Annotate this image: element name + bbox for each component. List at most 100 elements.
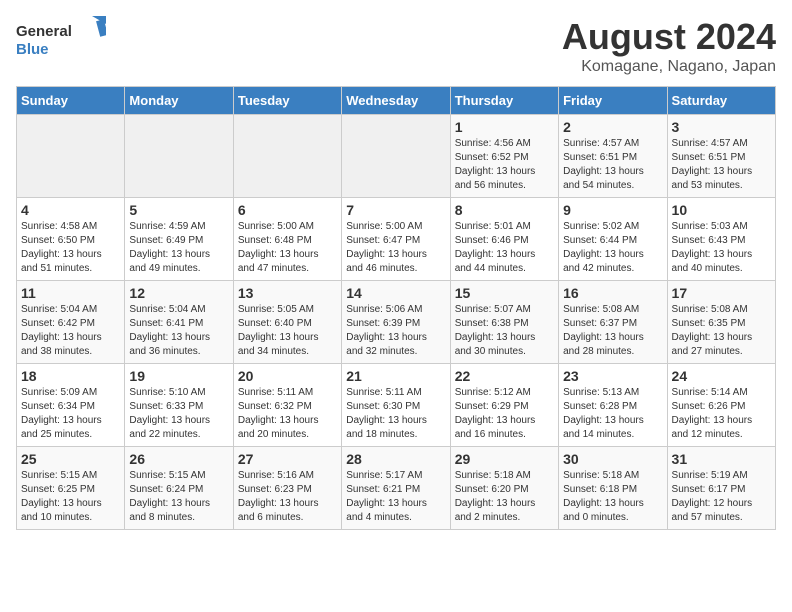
calendar-cell: 22Sunrise: 5:12 AMSunset: 6:29 PMDayligh… bbox=[450, 364, 558, 447]
day-info: Sunrise: 5:03 AMSunset: 6:43 PMDaylight:… bbox=[672, 220, 771, 276]
day-number: 6 bbox=[238, 202, 337, 218]
calendar-table: SundayMondayTuesdayWednesdayThursdayFrid… bbox=[16, 86, 776, 530]
calendar-cell: 19 Sunrise: 5:10 AMSunset: 6:33 PMDayligh… bbox=[125, 364, 233, 447]
page-subtitle: Komagane, Nagano, Japan bbox=[562, 58, 776, 76]
weekday-header: Thursday bbox=[450, 87, 558, 115]
day-number: 14 bbox=[346, 285, 445, 301]
day-number: 31 bbox=[672, 451, 771, 467]
day-number: 23 bbox=[563, 368, 662, 384]
day-info: Sunrise: 5:07 AMSunset: 6:38 PMDaylight:… bbox=[455, 303, 554, 359]
calendar-week-row: 11 Sunrise: 5:04 AMSunset: 6:42 PMDayligh… bbox=[17, 281, 776, 364]
calendar-cell: 28 Sunrise: 5:17 AMSunset: 6:21 PMDayligh… bbox=[342, 447, 450, 530]
calendar-cell: 30 Sunrise: 5:18 AMSunset: 6:18 PMDayligh… bbox=[559, 447, 667, 530]
day-number: 24 bbox=[672, 368, 771, 384]
calendar-cell: 2Sunrise: 4:57 AMSunset: 6:51 PMDaylight… bbox=[559, 115, 667, 198]
calendar-cell: 16 Sunrise: 5:08 AMSunset: 6:37 PMDayligh… bbox=[559, 281, 667, 364]
day-info: Sunrise: 5:04 AMSunset: 6:41 PMDaylight:… bbox=[129, 303, 228, 359]
day-info: Sunrise: 5:18 AMSunset: 6:18 PMDaylight:… bbox=[563, 469, 662, 525]
day-number: 27 bbox=[238, 451, 337, 467]
day-info: Sunrise: 5:18 AMSunset: 6:20 PMDaylight:… bbox=[455, 469, 554, 525]
calendar-cell bbox=[17, 115, 125, 198]
calendar-cell bbox=[342, 115, 450, 198]
weekday-header: Monday bbox=[125, 87, 233, 115]
day-info: Sunrise: 5:08 AMSunset: 6:37 PMDaylight:… bbox=[563, 303, 662, 359]
day-number: 19 bbox=[129, 368, 228, 384]
day-number: 8 bbox=[455, 202, 554, 218]
calendar-cell: 21Sunrise: 5:11 AMSunset: 6:30 PMDayligh… bbox=[342, 364, 450, 447]
logo: General Blue bbox=[16, 16, 106, 61]
day-number: 9 bbox=[563, 202, 662, 218]
calendar-cell bbox=[125, 115, 233, 198]
day-info: Sunrise: 4:56 AMSunset: 6:52 PMDaylight:… bbox=[455, 137, 554, 193]
calendar-cell: 27 Sunrise: 5:16 AMSunset: 6:23 PMDayligh… bbox=[233, 447, 341, 530]
day-info: Sunrise: 5:00 AMSunset: 6:48 PMDaylight:… bbox=[238, 220, 337, 276]
logo-svg: General Blue bbox=[16, 16, 106, 61]
day-number: 22 bbox=[455, 368, 554, 384]
calendar-cell bbox=[233, 115, 341, 198]
weekday-header: Tuesday bbox=[233, 87, 341, 115]
day-number: 30 bbox=[563, 451, 662, 467]
day-info: Sunrise: 5:11 AMSunset: 6:32 PMDaylight:… bbox=[238, 386, 337, 442]
day-info: Sunrise: 5:10 AMSunset: 6:33 PMDaylight:… bbox=[129, 386, 228, 442]
day-number: 17 bbox=[672, 285, 771, 301]
day-info: Sunrise: 5:00 AMSunset: 6:47 PMDaylight:… bbox=[346, 220, 445, 276]
header: General Blue August 2024 Komagane, Nagan… bbox=[16, 16, 776, 76]
day-number: 11 bbox=[21, 285, 120, 301]
day-info: Sunrise: 5:17 AMSunset: 6:21 PMDaylight:… bbox=[346, 469, 445, 525]
day-info: Sunrise: 5:16 AMSunset: 6:23 PMDaylight:… bbox=[238, 469, 337, 525]
day-number: 29 bbox=[455, 451, 554, 467]
calendar-cell: 3Sunrise: 4:57 AMSunset: 6:51 PMDaylight… bbox=[667, 115, 775, 198]
page-title: August 2024 bbox=[562, 16, 776, 58]
day-info: Sunrise: 5:11 AMSunset: 6:30 PMDaylight:… bbox=[346, 386, 445, 442]
calendar-cell: 7 Sunrise: 5:00 AMSunset: 6:47 PMDaylight… bbox=[342, 198, 450, 281]
day-number: 12 bbox=[129, 285, 228, 301]
day-info: Sunrise: 5:04 AMSunset: 6:42 PMDaylight:… bbox=[21, 303, 120, 359]
calendar-week-row: 4 Sunrise: 4:58 AMSunset: 6:50 PMDaylight… bbox=[17, 198, 776, 281]
calendar-cell: 9 Sunrise: 5:02 AMSunset: 6:44 PMDaylight… bbox=[559, 198, 667, 281]
calendar-cell: 12 Sunrise: 5:04 AMSunset: 6:41 PMDayligh… bbox=[125, 281, 233, 364]
weekday-header: Friday bbox=[559, 87, 667, 115]
day-info: Sunrise: 5:15 AMSunset: 6:24 PMDaylight:… bbox=[129, 469, 228, 525]
calendar-cell: 10Sunrise: 5:03 AMSunset: 6:43 PMDayligh… bbox=[667, 198, 775, 281]
calendar-cell: 20Sunrise: 5:11 AMSunset: 6:32 PMDayligh… bbox=[233, 364, 341, 447]
calendar-cell: 5 Sunrise: 4:59 AMSunset: 6:49 PMDaylight… bbox=[125, 198, 233, 281]
calendar-cell: 14 Sunrise: 5:06 AMSunset: 6:39 PMDayligh… bbox=[342, 281, 450, 364]
day-number: 7 bbox=[346, 202, 445, 218]
day-info: Sunrise: 5:15 AMSunset: 6:25 PMDaylight:… bbox=[21, 469, 120, 525]
weekday-header: Saturday bbox=[667, 87, 775, 115]
weekday-header: Wednesday bbox=[342, 87, 450, 115]
day-info: Sunrise: 5:02 AMSunset: 6:44 PMDaylight:… bbox=[563, 220, 662, 276]
calendar-cell: 11 Sunrise: 5:04 AMSunset: 6:42 PMDayligh… bbox=[17, 281, 125, 364]
day-info: Sunrise: 5:14 AMSunset: 6:26 PMDaylight:… bbox=[672, 386, 771, 442]
day-info: Sunrise: 4:57 AMSunset: 6:51 PMDaylight:… bbox=[563, 137, 662, 193]
calendar-cell: 23 Sunrise: 5:13 AMSunset: 6:28 PMDayligh… bbox=[559, 364, 667, 447]
title-area: August 2024 Komagane, Nagano, Japan bbox=[562, 16, 776, 76]
day-number: 4 bbox=[21, 202, 120, 218]
day-info: Sunrise: 5:06 AMSunset: 6:39 PMDaylight:… bbox=[346, 303, 445, 359]
calendar-cell: 18 Sunrise: 5:09 AMSunset: 6:34 PMDayligh… bbox=[17, 364, 125, 447]
calendar-week-row: 25 Sunrise: 5:15 AMSunset: 6:25 PMDayligh… bbox=[17, 447, 776, 530]
day-info: Sunrise: 5:05 AMSunset: 6:40 PMDaylight:… bbox=[238, 303, 337, 359]
weekday-header: Sunday bbox=[17, 87, 125, 115]
calendar-cell: 8Sunrise: 5:01 AMSunset: 6:46 PMDaylight… bbox=[450, 198, 558, 281]
calendar-cell: 24 Sunrise: 5:14 AMSunset: 6:26 PMDayligh… bbox=[667, 364, 775, 447]
day-info: Sunrise: 5:13 AMSunset: 6:28 PMDaylight:… bbox=[563, 386, 662, 442]
calendar-cell: 29 Sunrise: 5:18 AMSunset: 6:20 PMDayligh… bbox=[450, 447, 558, 530]
day-info: Sunrise: 5:09 AMSunset: 6:34 PMDaylight:… bbox=[21, 386, 120, 442]
calendar-cell: 15 Sunrise: 5:07 AMSunset: 6:38 PMDayligh… bbox=[450, 281, 558, 364]
day-number: 13 bbox=[238, 285, 337, 301]
day-number: 15 bbox=[455, 285, 554, 301]
day-number: 28 bbox=[346, 451, 445, 467]
svg-text:General: General bbox=[16, 23, 72, 40]
calendar-cell: 13 Sunrise: 5:05 AMSunset: 6:40 PMDayligh… bbox=[233, 281, 341, 364]
calendar-cell: 1Sunrise: 4:56 AMSunset: 6:52 PMDaylight… bbox=[450, 115, 558, 198]
calendar-week-row: 18 Sunrise: 5:09 AMSunset: 6:34 PMDayligh… bbox=[17, 364, 776, 447]
calendar-cell: 31Sunrise: 5:19 AMSunset: 6:17 PMDayligh… bbox=[667, 447, 775, 530]
day-number: 16 bbox=[563, 285, 662, 301]
day-number: 25 bbox=[21, 451, 120, 467]
day-info: Sunrise: 4:59 AMSunset: 6:49 PMDaylight:… bbox=[129, 220, 228, 276]
day-number: 5 bbox=[129, 202, 228, 218]
day-number: 18 bbox=[21, 368, 120, 384]
calendar-cell: 4 Sunrise: 4:58 AMSunset: 6:50 PMDaylight… bbox=[17, 198, 125, 281]
day-info: Sunrise: 4:58 AMSunset: 6:50 PMDaylight:… bbox=[21, 220, 120, 276]
